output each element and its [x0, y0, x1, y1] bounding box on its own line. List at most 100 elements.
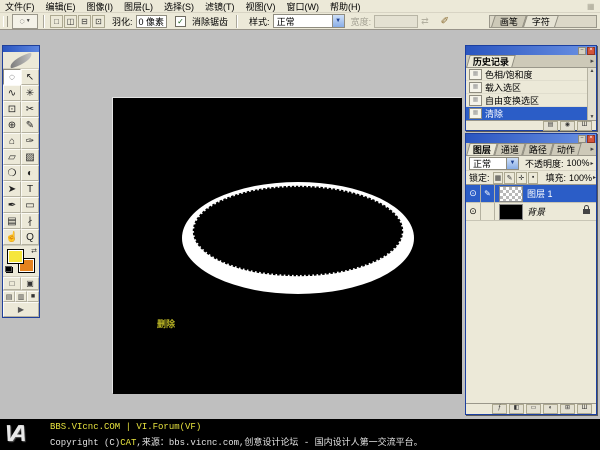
move-tool[interactable]: ↖: [21, 69, 39, 85]
tab-actions[interactable]: 动作: [550, 143, 581, 155]
standard-screen-button[interactable]: ▤: [3, 291, 15, 302]
layers-titlebar[interactable]: – ×: [466, 134, 596, 143]
layer-thumbnail[interactable]: [499, 186, 523, 202]
menu-image[interactable]: 图像(I): [87, 0, 114, 13]
antialias-checkbox[interactable]: ✓: [175, 16, 186, 27]
close-icon[interactable]: ×: [587, 135, 595, 143]
blend-mode-dropdown[interactable]: 正常 ▼: [469, 157, 519, 170]
tab-layers[interactable]: 图层: [466, 143, 497, 155]
magic-wand-tool[interactable]: ✳: [21, 85, 39, 101]
delete-layer-button[interactable]: Ш: [577, 404, 592, 414]
menu-layer[interactable]: 图层(L): [124, 0, 153, 13]
lock-image-button[interactable]: ✎: [504, 172, 515, 184]
opacity-label: 不透明度:: [525, 157, 564, 170]
lasso-tool[interactable]: ∿: [3, 85, 21, 101]
clone-stamp-tool[interactable]: ⌂: [3, 133, 21, 149]
add-mask-button[interactable]: ◧: [509, 404, 524, 414]
quickmask-mode-button[interactable]: ▣: [21, 277, 39, 290]
tab-paths[interactable]: 路径: [522, 143, 553, 155]
zoom-tool[interactable]: Q: [21, 229, 39, 245]
close-icon[interactable]: ×: [587, 47, 595, 55]
adjustment-layer-button[interactable]: ◐: [543, 404, 558, 414]
minimize-icon[interactable]: –: [578, 47, 586, 55]
lock-transparency-button[interactable]: ▦: [493, 172, 504, 184]
scroll-down-icon[interactable]: ▼: [590, 114, 595, 120]
document-canvas[interactable]: 删除: [113, 98, 462, 394]
menu-select[interactable]: 选择(S): [164, 0, 194, 13]
history-item-selected[interactable]: ▦ 清除: [466, 107, 596, 120]
eyedropper-tool[interactable]: ∤: [21, 213, 39, 229]
current-tool-button[interactable]: ◌ ▼: [12, 14, 38, 29]
menu-help[interactable]: 帮助(H): [330, 0, 361, 13]
path-selection-tool[interactable]: ➤: [3, 181, 21, 197]
delete-state-button[interactable]: Ш: [577, 121, 592, 131]
layer-name[interactable]: 背景: [527, 205, 583, 218]
history-item[interactable]: ▦ 载入选区: [466, 81, 596, 94]
gradient-tool[interactable]: ▨: [21, 149, 39, 165]
panel-menu-icon[interactable]: ▸: [590, 145, 594, 153]
new-snapshot-button[interactable]: ◉: [560, 121, 575, 131]
toolbox-logo: [3, 52, 39, 69]
standard-mode-button[interactable]: □: [3, 277, 21, 290]
eraser-tool[interactable]: ▱: [3, 149, 21, 165]
jump-to-imageready-button[interactable]: ▶: [3, 302, 39, 317]
style-dropdown[interactable]: 正常 ▼: [273, 14, 345, 28]
tab-brushes[interactable]: 画笔: [491, 15, 527, 27]
blur-tool[interactable]: ❍: [3, 165, 21, 181]
layer-name[interactable]: 图层 1: [527, 187, 596, 200]
history-item[interactable]: ▦ 色相/饱和度: [466, 68, 596, 81]
swap-colors-button[interactable]: ⇄: [31, 247, 37, 255]
fullscreen-button[interactable]: ■: [27, 291, 39, 302]
new-document-from-state-button[interactable]: ▤: [543, 121, 558, 131]
hand-tool[interactable]: ☝: [3, 229, 21, 245]
brush-tool[interactable]: ✎: [21, 117, 39, 133]
fullscreen-menubar-button[interactable]: ▥: [15, 291, 27, 302]
menu-view[interactable]: 视图(V): [246, 0, 276, 13]
visibility-toggle[interactable]: ⊙: [466, 203, 481, 220]
history-scrollbar[interactable]: ▲ ▼: [587, 68, 596, 120]
opacity-arrow-icon[interactable]: ▸: [591, 160, 594, 167]
notes-tool[interactable]: ▤: [3, 213, 21, 229]
elliptical-marquee-tool[interactable]: ◌: [3, 69, 21, 85]
scroll-up-icon[interactable]: ▲: [590, 68, 595, 74]
visibility-toggle[interactable]: ⊙: [466, 185, 481, 202]
new-group-button[interactable]: ▭: [526, 404, 541, 414]
tab-character[interactable]: 字符: [523, 15, 559, 27]
history-item[interactable]: ▦ 自由变换选区: [466, 94, 596, 107]
default-colors-button[interactable]: [5, 266, 13, 273]
menu-file[interactable]: 文件(F): [5, 0, 35, 13]
fill-arrow-icon[interactable]: ▸: [593, 174, 596, 181]
history-titlebar[interactable]: – ×: [466, 46, 596, 55]
options-grip[interactable]: [3, 16, 8, 27]
tab-channels[interactable]: 通道: [494, 143, 525, 155]
lock-all-button[interactable]: ▪: [528, 172, 539, 184]
subtract-selection-button[interactable]: ⊟: [78, 15, 91, 28]
layer-style-button[interactable]: ƒ: [492, 404, 507, 414]
crop-tool[interactable]: ⊡: [3, 101, 21, 117]
layer-row-background[interactable]: ⊙ 背景: [466, 203, 596, 221]
type-tool[interactable]: T: [21, 181, 39, 197]
lock-position-button[interactable]: ✛: [516, 172, 527, 184]
pen-tool[interactable]: ✒: [3, 197, 21, 213]
slice-tool[interactable]: ✂: [21, 101, 39, 117]
menu-filter[interactable]: 滤镜(T): [205, 0, 235, 13]
foreground-color-swatch[interactable]: [7, 249, 24, 264]
add-selection-button[interactable]: ◫: [64, 15, 77, 28]
menu-window[interactable]: 窗口(W): [287, 0, 320, 13]
dodge-tool[interactable]: ◐: [21, 165, 39, 181]
new-layer-button[interactable]: ⊞: [560, 404, 575, 414]
new-selection-button[interactable]: □: [50, 15, 63, 28]
minimize-icon[interactable]: –: [578, 135, 586, 143]
history-brush-tool[interactable]: ✑: [21, 133, 39, 149]
shape-tool[interactable]: ▭: [21, 197, 39, 213]
layer-row-layer1[interactable]: ⊙ ✎ 图层 1: [466, 185, 596, 203]
menu-edit[interactable]: 编辑(E): [46, 0, 76, 13]
fill-value[interactable]: 100%: [569, 173, 592, 183]
layer-thumbnail[interactable]: [499, 204, 523, 220]
feather-input[interactable]: 0 像素: [136, 15, 168, 28]
panel-menu-icon[interactable]: ▸: [590, 57, 594, 65]
opacity-value[interactable]: 100%: [567, 158, 590, 168]
tab-history[interactable]: 历史记录: [466, 55, 515, 67]
healing-brush-tool[interactable]: ⊕: [3, 117, 21, 133]
intersect-selection-button[interactable]: ⊡: [92, 15, 105, 28]
